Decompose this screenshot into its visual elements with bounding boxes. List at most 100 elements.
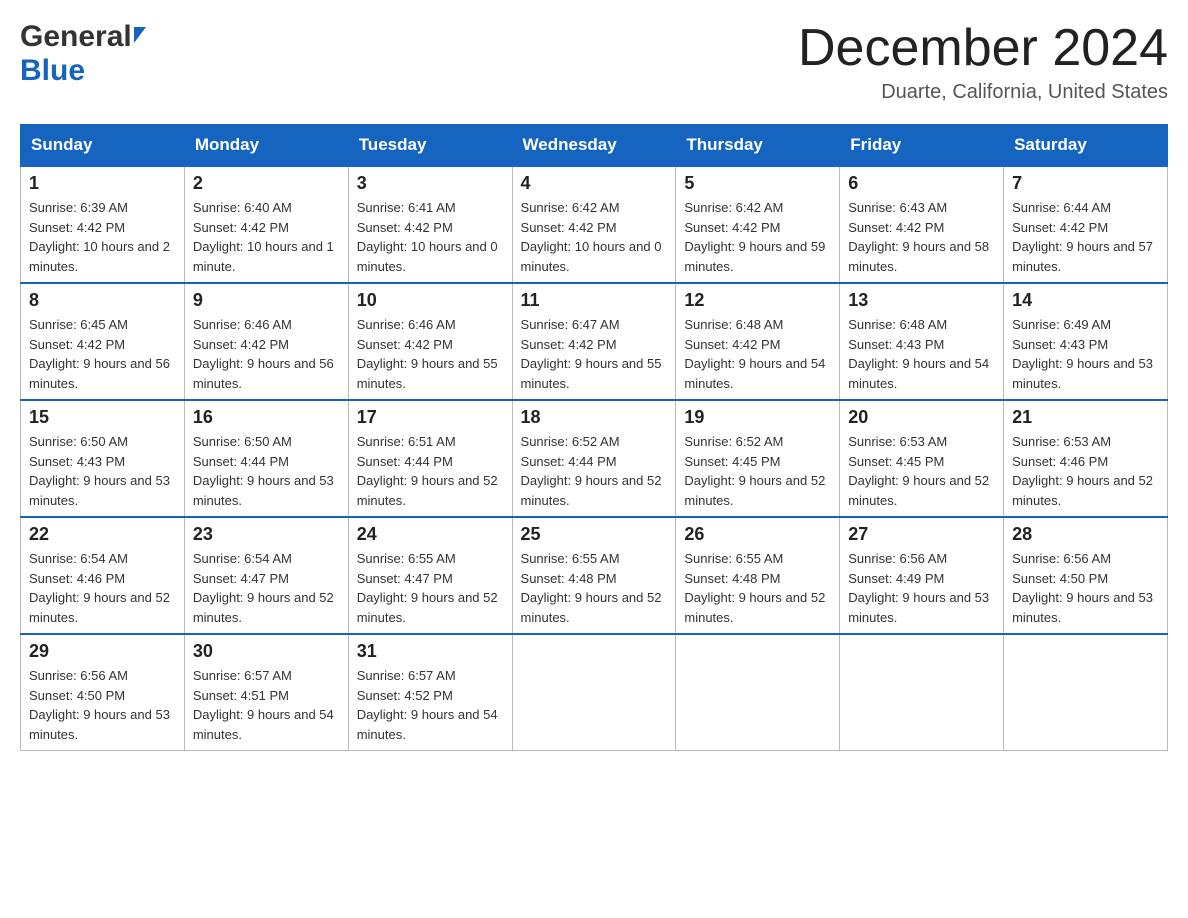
calendar-cell: 14 Sunrise: 6:49 AMSunset: 4:43 PMDayligh…	[1004, 283, 1168, 400]
calendar-cell: 27 Sunrise: 6:56 AMSunset: 4:49 PMDayligh…	[840, 517, 1004, 634]
day-number: 15	[29, 407, 176, 428]
day-number: 16	[193, 407, 340, 428]
day-info: Sunrise: 6:45 AMSunset: 4:42 PMDaylight:…	[29, 315, 176, 393]
day-number: 6	[848, 173, 995, 194]
logo-blue-text: Blue	[20, 54, 85, 87]
day-info: Sunrise: 6:54 AMSunset: 4:46 PMDaylight:…	[29, 549, 176, 627]
calendar-cell: 17Sunrise: 6:51 AMSunset: 4:44 PMDayligh…	[348, 400, 512, 517]
day-info: Sunrise: 6:48 AMSunset: 4:42 PMDaylight:…	[684, 315, 831, 393]
calendar-cell: 22 Sunrise: 6:54 AMSunset: 4:46 PMDayligh…	[21, 517, 185, 634]
calendar-cell: 4 Sunrise: 6:42 AMSunset: 4:42 PMDaylight…	[512, 166, 676, 283]
day-number: 13	[848, 290, 995, 311]
calendar-cell	[840, 634, 1004, 751]
calendar-cell: 3Sunrise: 6:41 AMSunset: 4:42 PMDaylight…	[348, 166, 512, 283]
calendar-cell: 20Sunrise: 6:53 AMSunset: 4:45 PMDayligh…	[840, 400, 1004, 517]
day-info: Sunrise: 6:51 AMSunset: 4:44 PMDaylight:…	[357, 432, 504, 510]
day-number: 5	[684, 173, 831, 194]
calendar-cell: 29Sunrise: 6:56 AMSunset: 4:50 PMDayligh…	[21, 634, 185, 751]
calendar-cell: 12 Sunrise: 6:48 AMSunset: 4:42 PMDayligh…	[676, 283, 840, 400]
day-number: 27	[848, 524, 995, 545]
day-number: 2	[193, 173, 340, 194]
week-row-2: 8 Sunrise: 6:45 AMSunset: 4:42 PMDaylight…	[21, 283, 1168, 400]
week-row-3: 15 Sunrise: 6:50 AMSunset: 4:43 PMDayligh…	[21, 400, 1168, 517]
week-row-1: 1 Sunrise: 6:39 AMSunset: 4:42 PMDaylight…	[21, 166, 1168, 283]
calendar-cell: 9 Sunrise: 6:46 AMSunset: 4:42 PMDaylight…	[184, 283, 348, 400]
calendar-cell: 18Sunrise: 6:52 AMSunset: 4:44 PMDayligh…	[512, 400, 676, 517]
calendar-cell: 1 Sunrise: 6:39 AMSunset: 4:42 PMDaylight…	[21, 166, 185, 283]
logo-arrow-icon	[134, 27, 146, 43]
day-number: 1	[29, 173, 176, 194]
header-saturday: Saturday	[1004, 125, 1168, 167]
calendar-cell: 28Sunrise: 6:56 AMSunset: 4:50 PMDayligh…	[1004, 517, 1168, 634]
calendar-cell: 19Sunrise: 6:52 AMSunset: 4:45 PMDayligh…	[676, 400, 840, 517]
day-number: 10	[357, 290, 504, 311]
calendar-cell	[512, 634, 676, 751]
day-info: Sunrise: 6:55 AMSunset: 4:48 PMDaylight:…	[684, 549, 831, 627]
week-row-5: 29Sunrise: 6:56 AMSunset: 4:50 PMDayligh…	[21, 634, 1168, 751]
day-number: 12	[684, 290, 831, 311]
month-title: December 2024	[798, 20, 1168, 77]
day-number: 11	[521, 290, 668, 311]
day-info: Sunrise: 6:56 AMSunset: 4:49 PMDaylight:…	[848, 549, 995, 627]
day-number: 28	[1012, 524, 1159, 545]
weekday-header-row: Sunday Monday Tuesday Wednesday Thursday…	[21, 125, 1168, 167]
calendar-cell: 16 Sunrise: 6:50 AMSunset: 4:44 PMDayligh…	[184, 400, 348, 517]
day-info: Sunrise: 6:57 AMSunset: 4:51 PMDaylight:…	[193, 666, 340, 744]
day-number: 4	[521, 173, 668, 194]
day-number: 31	[357, 641, 504, 662]
calendar-cell: 8 Sunrise: 6:45 AMSunset: 4:42 PMDaylight…	[21, 283, 185, 400]
day-number: 8	[29, 290, 176, 311]
day-info: Sunrise: 6:47 AMSunset: 4:42 PMDaylight:…	[521, 315, 668, 393]
day-info: Sunrise: 6:43 AMSunset: 4:42 PMDaylight:…	[848, 198, 995, 276]
day-info: Sunrise: 6:42 AMSunset: 4:42 PMDaylight:…	[684, 198, 831, 276]
day-info: Sunrise: 6:48 AMSunset: 4:43 PMDaylight:…	[848, 315, 995, 393]
calendar-cell: 26 Sunrise: 6:55 AMSunset: 4:48 PMDayligh…	[676, 517, 840, 634]
calendar-cell: 15 Sunrise: 6:50 AMSunset: 4:43 PMDayligh…	[21, 400, 185, 517]
day-number: 26	[684, 524, 831, 545]
day-info: Sunrise: 6:50 AMSunset: 4:44 PMDaylight:…	[193, 432, 340, 510]
title-area: December 2024 Duarte, California, United…	[798, 20, 1168, 104]
calendar-cell: 5 Sunrise: 6:42 AMSunset: 4:42 PMDaylight…	[676, 166, 840, 283]
day-info: Sunrise: 6:53 AMSunset: 4:46 PMDaylight:…	[1012, 432, 1159, 510]
header-sunday: Sunday	[21, 125, 185, 167]
calendar-cell: 24 Sunrise: 6:55 AMSunset: 4:47 PMDayligh…	[348, 517, 512, 634]
header-tuesday: Tuesday	[348, 125, 512, 167]
day-number: 21	[1012, 407, 1159, 428]
logo-general-text: General	[20, 20, 132, 54]
calendar-table: Sunday Monday Tuesday Wednesday Thursday…	[20, 124, 1168, 751]
calendar-cell: 30 Sunrise: 6:57 AMSunset: 4:51 PMDayligh…	[184, 634, 348, 751]
day-number: 7	[1012, 173, 1159, 194]
day-number: 22	[29, 524, 176, 545]
calendar-cell: 23 Sunrise: 6:54 AMSunset: 4:47 PMDayligh…	[184, 517, 348, 634]
calendar-cell	[1004, 634, 1168, 751]
day-info: Sunrise: 6:46 AMSunset: 4:42 PMDaylight:…	[193, 315, 340, 393]
day-info: Sunrise: 6:40 AMSunset: 4:42 PMDaylight:…	[193, 198, 340, 276]
day-number: 24	[357, 524, 504, 545]
calendar-cell	[676, 634, 840, 751]
logo: General Blue	[20, 20, 146, 88]
day-number: 23	[193, 524, 340, 545]
day-number: 18	[521, 407, 668, 428]
day-info: Sunrise: 6:55 AMSunset: 4:48 PMDaylight:…	[521, 549, 668, 627]
day-info: Sunrise: 6:41 AMSunset: 4:42 PMDaylight:…	[357, 198, 504, 276]
day-number: 25	[521, 524, 668, 545]
day-info: Sunrise: 6:54 AMSunset: 4:47 PMDaylight:…	[193, 549, 340, 627]
calendar-cell: 10Sunrise: 6:46 AMSunset: 4:42 PMDayligh…	[348, 283, 512, 400]
day-info: Sunrise: 6:42 AMSunset: 4:42 PMDaylight:…	[521, 198, 668, 276]
day-info: Sunrise: 6:44 AMSunset: 4:42 PMDaylight:…	[1012, 198, 1159, 276]
day-number: 19	[684, 407, 831, 428]
calendar-cell: 7 Sunrise: 6:44 AMSunset: 4:42 PMDaylight…	[1004, 166, 1168, 283]
header-thursday: Thursday	[676, 125, 840, 167]
week-row-4: 22 Sunrise: 6:54 AMSunset: 4:46 PMDayligh…	[21, 517, 1168, 634]
calendar-cell: 25 Sunrise: 6:55 AMSunset: 4:48 PMDayligh…	[512, 517, 676, 634]
day-info: Sunrise: 6:49 AMSunset: 4:43 PMDaylight:…	[1012, 315, 1159, 393]
day-number: 14	[1012, 290, 1159, 311]
day-number: 30	[193, 641, 340, 662]
day-info: Sunrise: 6:39 AMSunset: 4:42 PMDaylight:…	[29, 198, 176, 276]
header-monday: Monday	[184, 125, 348, 167]
day-info: Sunrise: 6:55 AMSunset: 4:47 PMDaylight:…	[357, 549, 504, 627]
day-number: 9	[193, 290, 340, 311]
day-info: Sunrise: 6:53 AMSunset: 4:45 PMDaylight:…	[848, 432, 995, 510]
day-info: Sunrise: 6:50 AMSunset: 4:43 PMDaylight:…	[29, 432, 176, 510]
header-friday: Friday	[840, 125, 1004, 167]
